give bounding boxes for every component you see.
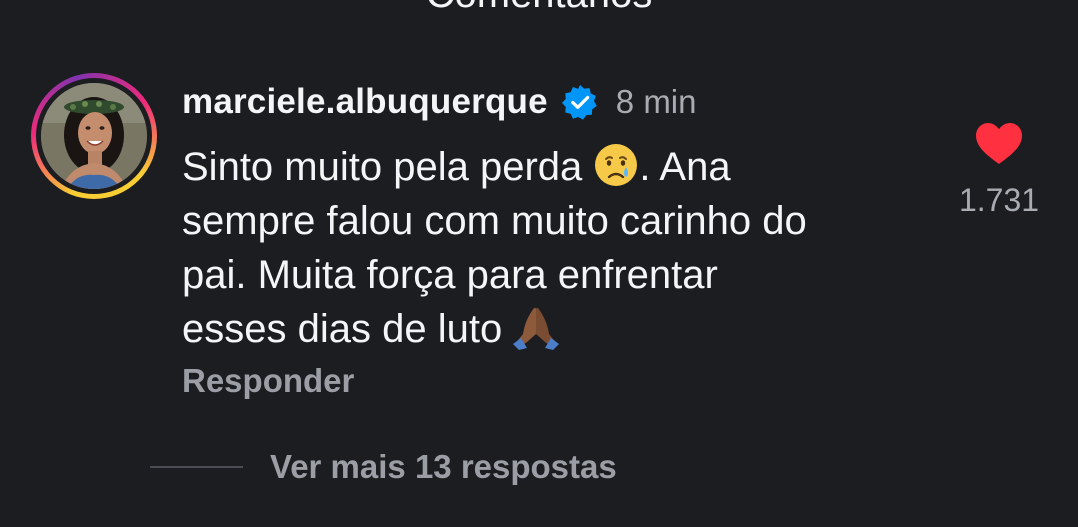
comment-line: esses dias de luto (182, 302, 942, 356)
comment-line: Sinto muito pela perda . Ana (182, 140, 942, 194)
view-more-replies-label: Ver mais 13 respostas (270, 448, 617, 485)
verified-badge-icon (561, 84, 598, 120)
username[interactable]: marciele.albuquerque (182, 82, 548, 122)
page-title: Comentários (0, 0, 1078, 14)
like-heart-icon[interactable] (975, 122, 1023, 166)
view-more-replies-button[interactable]: Ver mais 13 respostas (150, 444, 617, 490)
comment-text: Sinto muito pela perda . Ana sempre falo… (182, 140, 942, 356)
comment-header: marciele.albuquerque 8 min (182, 80, 697, 124)
folded-hands-icon (513, 307, 560, 350)
like-count: 1.731 (958, 182, 1040, 218)
reply-button[interactable]: Responder (182, 362, 354, 400)
avatar[interactable] (41, 83, 147, 189)
avatar-image (41, 83, 147, 189)
comment-line: pai. Muita força para enfrentar (182, 253, 718, 297)
comment-timestamp: 8 min (615, 83, 697, 120)
comment-line: sempre falou com muito carinho do (182, 199, 807, 243)
divider (150, 466, 243, 468)
crying-face-icon (595, 144, 638, 186)
story-ring[interactable] (31, 73, 157, 199)
